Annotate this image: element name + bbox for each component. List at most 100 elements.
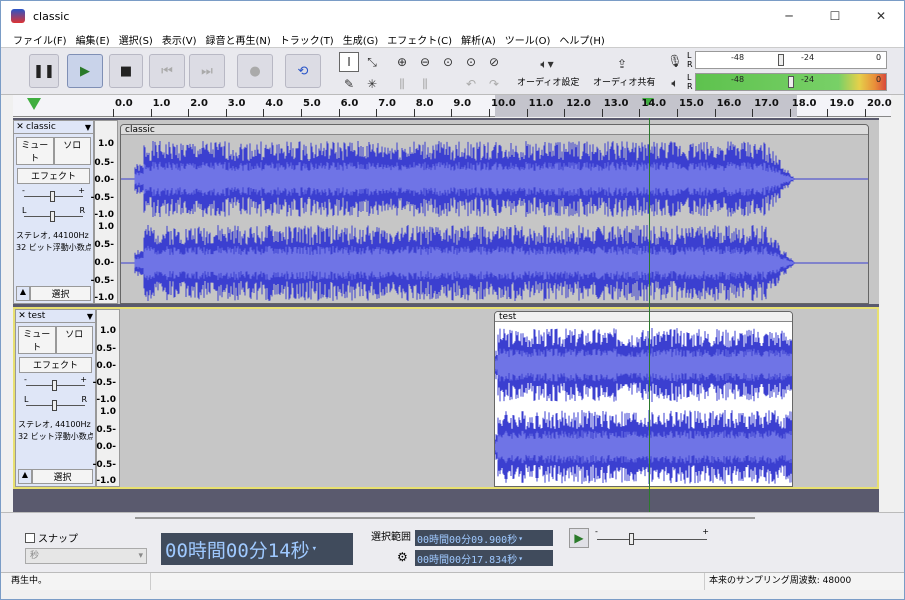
stop-button[interactable]: ■ [109,54,143,88]
trim-icon[interactable]: ⫼ [392,74,412,94]
audio-clip[interactable]: classic [120,124,869,304]
track-name[interactable]: test [28,311,87,321]
clip-title[interactable]: test [495,312,792,322]
silence-icon[interactable]: ⫼ [415,74,435,94]
play-meter-slider[interactable] [788,76,794,88]
record-button[interactable]: ● [237,54,273,88]
mute-button[interactable]: ミュート [18,326,56,354]
playback-speed-slider[interactable]: - + [595,527,709,549]
close-button[interactable]: ✕ [858,1,904,31]
waveform-bottom [121,225,868,301]
snap-unit-select[interactable]: 秒 ▾ [25,548,147,564]
collapse-icon[interactable]: ▲ [18,469,32,484]
collapse-icon[interactable]: ▲ [16,286,30,301]
ruler-tick-label: 6.0 [340,98,359,109]
audio-clip[interactable]: test [494,311,793,487]
pause-button[interactable]: ❚❚ [29,54,59,88]
snap-checkbox[interactable] [25,532,35,543]
fit-selection-icon[interactable]: ⊙ [438,52,458,72]
track-menu-icon[interactable]: ▼ [87,312,93,321]
play-button[interactable]: ▶ [67,54,103,88]
menu-view[interactable]: 表示(V) [162,32,197,47]
pan-thumb[interactable] [50,211,55,222]
menu-select[interactable]: 選択(S) [119,32,153,47]
gain-thumb[interactable] [52,380,57,391]
clip-title[interactable]: classic [121,125,868,135]
ruler-tick-label: 1.0 [152,98,171,109]
play-start-icon[interactable] [27,98,41,110]
ruler-tick-label: 18.0 [791,98,817,109]
selection-end-time[interactable]: 00時間00分17.834秒 ▾ [415,550,553,566]
effect-button[interactable]: エフェクト [17,168,90,184]
menu-edit[interactable]: 編集(E) [76,32,110,47]
share-audio-label[interactable]: オーディオ共有 [593,75,655,88]
rec-meter-R-label: R [687,60,693,69]
timeline-ruler[interactable]: 0.0 1.0 2.0 3.0 4.0 5.0 6.0 7.0 8.0 9.0 10.0 11.0 12… [13,95,892,117]
track-info-bitdepth: 32 ビット浮動小数点 [16,243,91,252]
menu-tools[interactable]: ツール(O) [505,32,551,47]
speaker-meter-icon[interactable]: 🔈︎ [665,73,685,93]
multi-tool-icon[interactable]: ✳ [362,74,382,94]
close-track-icon[interactable]: ✕ [16,311,28,321]
zoom-out-icon[interactable]: ⊖ [415,52,435,72]
fit-project-icon[interactable]: ⊙ [461,52,481,72]
microphone-icon[interactable]: 🎙︎ [665,51,685,71]
track-lane[interactable]: classic [118,120,879,304]
pan-slider[interactable]: L R [22,206,85,224]
ruler-tick-label: 17.0 [754,98,779,109]
solo-button[interactable]: ソロ [53,137,91,165]
loop-button[interactable]: ⟲ [285,54,321,88]
playback-meter[interactable]: -48 -24 0 [695,73,887,91]
pan-slider[interactable]: L R [24,395,87,413]
recording-meter[interactable]: -48 -24 0 [695,51,887,69]
redo-icon[interactable]: ↷ [484,74,504,94]
skip-end-button[interactable]: ⏭ [189,54,225,88]
track-menu-icon[interactable]: ▼ [85,123,91,132]
pan-thumb[interactable] [52,400,57,411]
menu-tracks[interactable]: トラック(T) [280,32,334,47]
play-at-speed-button[interactable]: ▶ [569,528,589,548]
maximize-button[interactable]: ☐ [812,1,858,31]
track-name[interactable]: classic [26,122,85,132]
draw-tool-icon[interactable]: ✎ [339,74,359,94]
speed-thumb[interactable] [629,533,634,545]
skip-start-button[interactable]: ⏮ [149,54,185,88]
ruler-tick-mark [714,109,716,117]
menu-file[interactable]: ファイル(F) [13,32,67,47]
selection-start-time[interactable]: 00時間00分09.900秒 ▾ [415,530,553,546]
selection-tool-icon[interactable]: I [339,52,359,72]
menu-effect[interactable]: エフェクト(C) [387,32,452,47]
selection-start-value: 00時間00分09.900秒 [417,534,518,546]
ruler-tick-mark [451,109,453,117]
close-track-icon[interactable]: ✕ [14,122,26,132]
zoom-toggle-icon[interactable]: ⊘ [484,52,504,72]
speaker-icon[interactable]: 🔈︎▾ [533,54,561,74]
minimize-button[interactable]: ─ [766,1,812,31]
time-display[interactable]: 00時間00分14秒 ▾ [161,533,353,565]
gain-slider[interactable]: - + [24,375,87,393]
track-lane[interactable]: test [120,309,877,487]
effect-button[interactable]: エフェクト [19,357,92,373]
gain-thumb[interactable] [50,191,55,202]
amplitude-ruler: 1.0 0.5- 0.0- -0.5- -1.0 1.0 0.5- 0.0- -… [93,309,120,487]
undo-icon[interactable]: ↶ [461,74,481,94]
rec-meter-slider[interactable] [778,54,784,66]
envelope-tool-icon[interactable]: ⤡ [362,52,382,72]
solo-button[interactable]: ソロ [55,326,93,354]
mute-button[interactable]: ミュート [16,137,54,165]
select-button[interactable]: 選択 [32,469,93,484]
rec-meter-L-label: L [687,51,692,60]
menu-help[interactable]: ヘルプ(H) [559,32,604,47]
menu-transport[interactable]: 録音と再生(N) [206,32,271,47]
horizontal-scrollbar[interactable] [135,517,755,519]
select-button[interactable]: 選択 [30,286,91,301]
gear-icon[interactable]: ⚙ [397,550,408,564]
track-classic: ✕ classic ▼ ミュート ソロ エフェクト - + L R ステレオ, … [13,120,879,304]
menu-generate[interactable]: 生成(G) [343,32,379,47]
ruler-tick-label: 4.0 [265,98,284,109]
gain-slider[interactable]: - + [22,186,85,204]
share-icon[interactable]: ⇪ [612,54,632,74]
menu-analyze[interactable]: 解析(A) [461,32,496,47]
zoom-in-icon[interactable]: ⊕ [392,52,412,72]
audio-setup-label[interactable]: オーディオ設定 [517,75,579,88]
